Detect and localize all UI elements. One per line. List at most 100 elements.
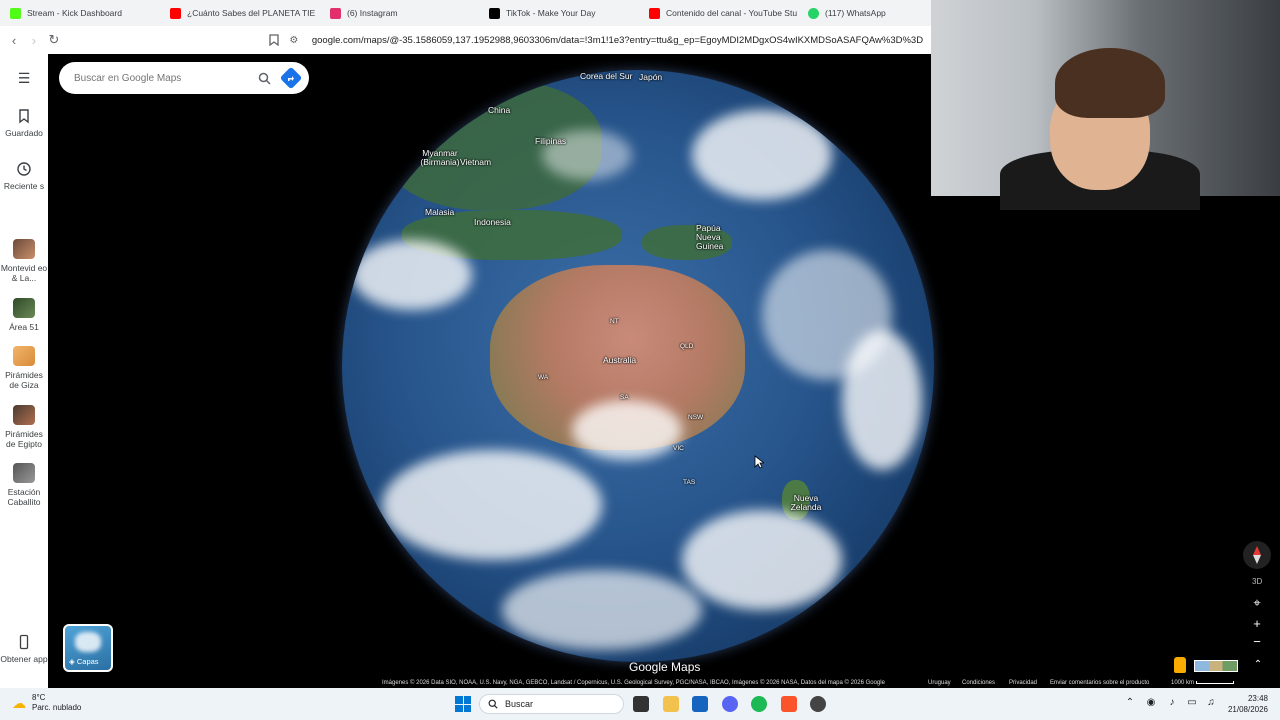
obs-icon[interactable] (810, 696, 826, 712)
windows-logo-icon (463, 704, 471, 712)
recent-place-giza[interactable]: Pirámides de Giza (0, 346, 48, 390)
place-thumbnail (13, 463, 35, 483)
google-maps-logo: Google Maps (629, 660, 701, 674)
file-explorer-icon[interactable] (663, 696, 679, 712)
bookmark-button[interactable] (264, 30, 284, 50)
layers-label: ◈ Capas (69, 657, 99, 666)
instagram-icon (330, 7, 341, 19)
tab-title: Stream - Kick Dashboard (27, 8, 122, 18)
directions-button[interactable] (279, 66, 303, 90)
recent-place-area-51[interactable]: Área 51 (0, 298, 48, 332)
privacy-link[interactable]: Privacidad (1009, 680, 1037, 686)
search-icon[interactable] (258, 72, 271, 85)
phone-icon (19, 634, 29, 650)
rail-label: Obtener app (0, 654, 48, 664)
imagery-thumbnails[interactable] (1194, 660, 1238, 672)
browser-tab-whatsapp[interactable]: (117) WhatsApp (798, 0, 931, 26)
weather-widget[interactable]: ☁ 8°C Parc. nublado (12, 693, 81, 713)
taskbar-search[interactable]: Buscar (479, 694, 624, 714)
plus-icon: + (1253, 616, 1261, 631)
saved-button[interactable]: Guardado (0, 108, 48, 138)
compass-icon (1253, 546, 1261, 564)
recents-button[interactable]: Reciente s (0, 161, 48, 191)
taskbar-search-label: Buscar (505, 699, 534, 709)
back-button[interactable]: ‹ (4, 30, 24, 50)
maps-left-rail: ☰ Guardado Reciente s Montevid eo & La..… (0, 54, 48, 688)
tray-chevron-up-icon[interactable]: ⌃ (1124, 697, 1136, 709)
label-sa: SA (620, 394, 629, 401)
map-canvas-right[interactable] (931, 196, 1280, 688)
weather-temperature: 8°C (32, 693, 46, 702)
layers-text: Capas (76, 657, 99, 666)
cloud (382, 450, 602, 560)
rail-label: Montevid eo & La... (0, 263, 48, 283)
layers-button[interactable]: ◈ Capas (63, 624, 113, 672)
webcam-person-hair (1055, 48, 1165, 118)
search-icon (488, 699, 498, 709)
brave-browser-icon[interactable] (781, 696, 797, 712)
microphone-icon[interactable]: ♪ (1166, 697, 1178, 709)
browser-tab-tiktok[interactable]: TikTok - Make Your Day (479, 0, 639, 26)
cloud (842, 330, 922, 470)
cloud-sun-icon: ☁ (12, 694, 26, 711)
terms-link[interactable]: Condiciones (962, 680, 995, 686)
youtube-icon (170, 7, 181, 19)
start-button[interactable] (455, 696, 471, 712)
compass-button[interactable] (1243, 541, 1271, 569)
my-location-button[interactable]: ⌖ (1249, 595, 1265, 611)
recent-place-egypt[interactable]: Pirámides de Egipto (0, 405, 48, 449)
label-myanmar: Myanmar (Birmania) (420, 148, 460, 167)
taskbar-clock[interactable]: 23:48 21/08/2026 (1222, 693, 1268, 715)
get-app-button[interactable]: Obtener app (0, 634, 48, 664)
volume-icon[interactable]: ♫ (1205, 697, 1217, 709)
browser-tab-youtube-quiz[interactable]: ¿Cuánto Sabes del PLANETA TIE (160, 0, 320, 26)
label-new-zealand: Nueva Zelanda (790, 493, 822, 512)
forward-button[interactable]: › (24, 30, 44, 50)
pegman-icon[interactable] (1174, 657, 1186, 673)
windows-logo-icon (455, 704, 463, 712)
monitor-icon[interactable]: ▭ (1186, 697, 1198, 709)
layers-icon: ◈ (69, 657, 75, 666)
store-icon[interactable] (692, 696, 708, 712)
feedback-link[interactable]: Enviar comentarios sobre el producto (1050, 680, 1149, 686)
rail-label: Estación Caballito (7, 487, 41, 507)
task-view-icon[interactable] (633, 696, 649, 712)
label-vic: VIC (673, 445, 684, 452)
cloud (352, 240, 472, 310)
zoom-out-button[interactable]: − (1249, 634, 1265, 650)
hamburger-menu-icon: ☰ (17, 70, 31, 86)
country-link[interactable]: Uruguay (928, 680, 951, 686)
directions-arrow-icon (288, 76, 294, 81)
tab-title: ¿Cuánto Sabes del PLANETA TIE (187, 8, 316, 18)
recent-place-montevideo[interactable]: Montevid eo & La... (0, 239, 48, 283)
browser-tab-instagram[interactable]: (6) Instagram (320, 0, 479, 26)
rail-label: Pirámides de Giza (5, 370, 43, 390)
label-china: China (488, 105, 511, 115)
site-info-button[interactable]: ⚙ (284, 30, 304, 50)
zoom-in-button[interactable]: + (1249, 616, 1265, 632)
label-papua-new-guinea: Papúa Nueva Guinea (696, 223, 724, 251)
chevron-left-icon: ‹ (11, 32, 17, 48)
recent-place-caballito[interactable]: Estación Caballito (0, 463, 48, 507)
spotify-icon[interactable] (751, 696, 767, 712)
browser-tab-kick[interactable]: Stream - Kick Dashboard (0, 0, 160, 26)
browser-toolbar: ‹ › ↻ ⚙ google.com/maps/@-35.1586059,137… (0, 26, 931, 54)
search-input[interactable] (74, 72, 258, 84)
cloud (572, 400, 682, 460)
label-nsw: NSW (688, 414, 704, 421)
network-icon[interactable]: ◉ (1145, 697, 1157, 709)
layers-preview (75, 632, 101, 652)
address-bar[interactable]: google.com/maps/@-35.1586059,137.1952988… (312, 35, 931, 46)
3d-toggle[interactable]: 3D (1252, 577, 1262, 586)
reload-button[interactable]: ↻ (44, 30, 64, 50)
tab-title: (6) Instagram (347, 8, 398, 18)
label-indonesia: Indonesia (474, 217, 511, 227)
scale-bar: 1000 km (1171, 680, 1234, 686)
chevron-right-icon: › (31, 32, 37, 48)
browser-tab-youtube-studio[interactable]: Contenido del canal - YouTube Stu (639, 0, 798, 26)
discord-icon[interactable] (722, 696, 738, 712)
label-south-korea: Corea del Sur (580, 71, 633, 81)
maps-search-box (59, 62, 309, 94)
menu-button[interactable]: ☰ (0, 70, 48, 90)
expand-button[interactable]: ⌃ (1250, 657, 1266, 673)
